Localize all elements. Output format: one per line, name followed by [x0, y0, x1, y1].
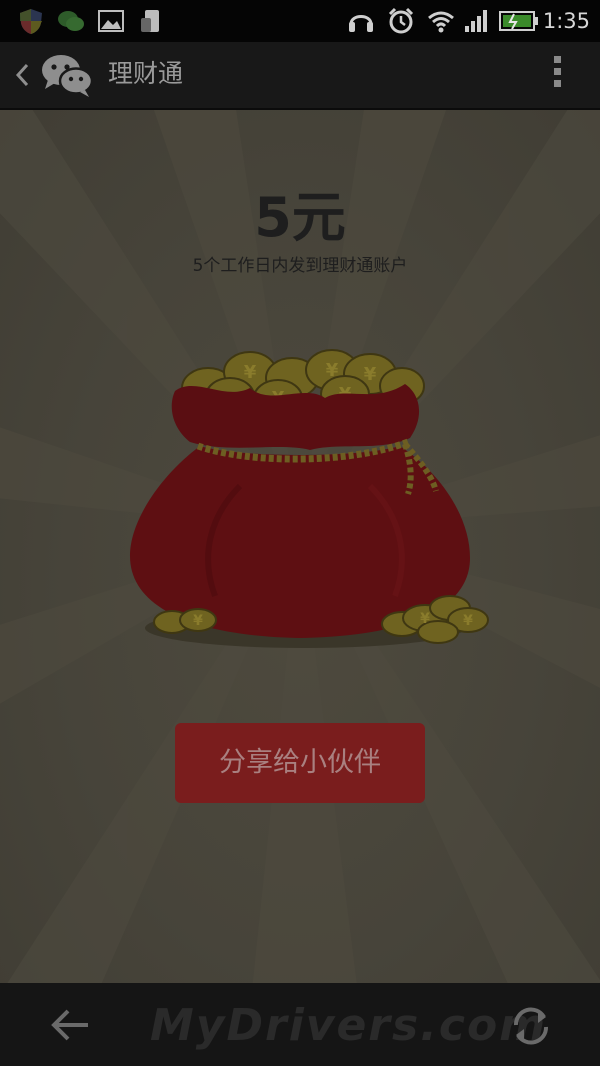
- status-time: 1:35: [542, 9, 590, 33]
- svg-text:¥: ¥: [463, 613, 473, 629]
- wifi-icon: [428, 11, 454, 33]
- reward-description: 5个工作日内发到理财通账户: [192, 256, 408, 276]
- money-bag-illustration: ¥ ¥ ¥ ¥ ¥ ¥: [130, 349, 489, 648]
- status-bar: 1:35: [0, 0, 600, 42]
- signal-icon: [465, 10, 487, 32]
- reward-amount: 5元: [254, 186, 346, 249]
- share-button[interactable]: 分享给小伙伴: [175, 723, 425, 803]
- watermark: MyDrivers.com: [150, 1000, 548, 1051]
- headset-icon: [349, 15, 373, 32]
- bottom-nav: MyDrivers.com: [0, 983, 600, 1066]
- action-bar: 理财通: [0, 42, 600, 110]
- screen: 1:35 理财通 5元 5个工作日内发到理财通账户 ¥ ¥ ¥ ¥ ¥ ¥ 分享…: [0, 0, 600, 1066]
- wechat-notification-icon: [58, 11, 84, 31]
- alarm-icon: [388, 7, 414, 34]
- image-icon: [98, 10, 124, 32]
- bag-ruffle: [171, 384, 420, 450]
- shield-icon: [20, 9, 42, 34]
- svg-text:¥: ¥: [326, 360, 339, 381]
- svg-text:¥: ¥: [193, 613, 203, 629]
- floor-coins-left: [153, 608, 217, 634]
- overflow-menu-icon[interactable]: [550, 56, 564, 96]
- wechat-logo-icon: [42, 55, 94, 97]
- battery-icon: [499, 11, 538, 31]
- svg-text:¥: ¥: [244, 362, 257, 383]
- back-arrow-icon[interactable]: [48, 1003, 94, 1047]
- main-content: 5元 5个工作日内发到理财通账户 ¥ ¥ ¥ ¥ ¥ ¥ 分享给小伙伴: [0, 110, 600, 983]
- refresh-icon[interactable]: [508, 1003, 554, 1049]
- page-title: 理财通: [108, 59, 184, 88]
- back-chevron-icon[interactable]: [12, 60, 32, 90]
- phone-icon: [141, 10, 159, 32]
- svg-text:¥: ¥: [420, 611, 430, 627]
- svg-text:¥: ¥: [364, 364, 377, 385]
